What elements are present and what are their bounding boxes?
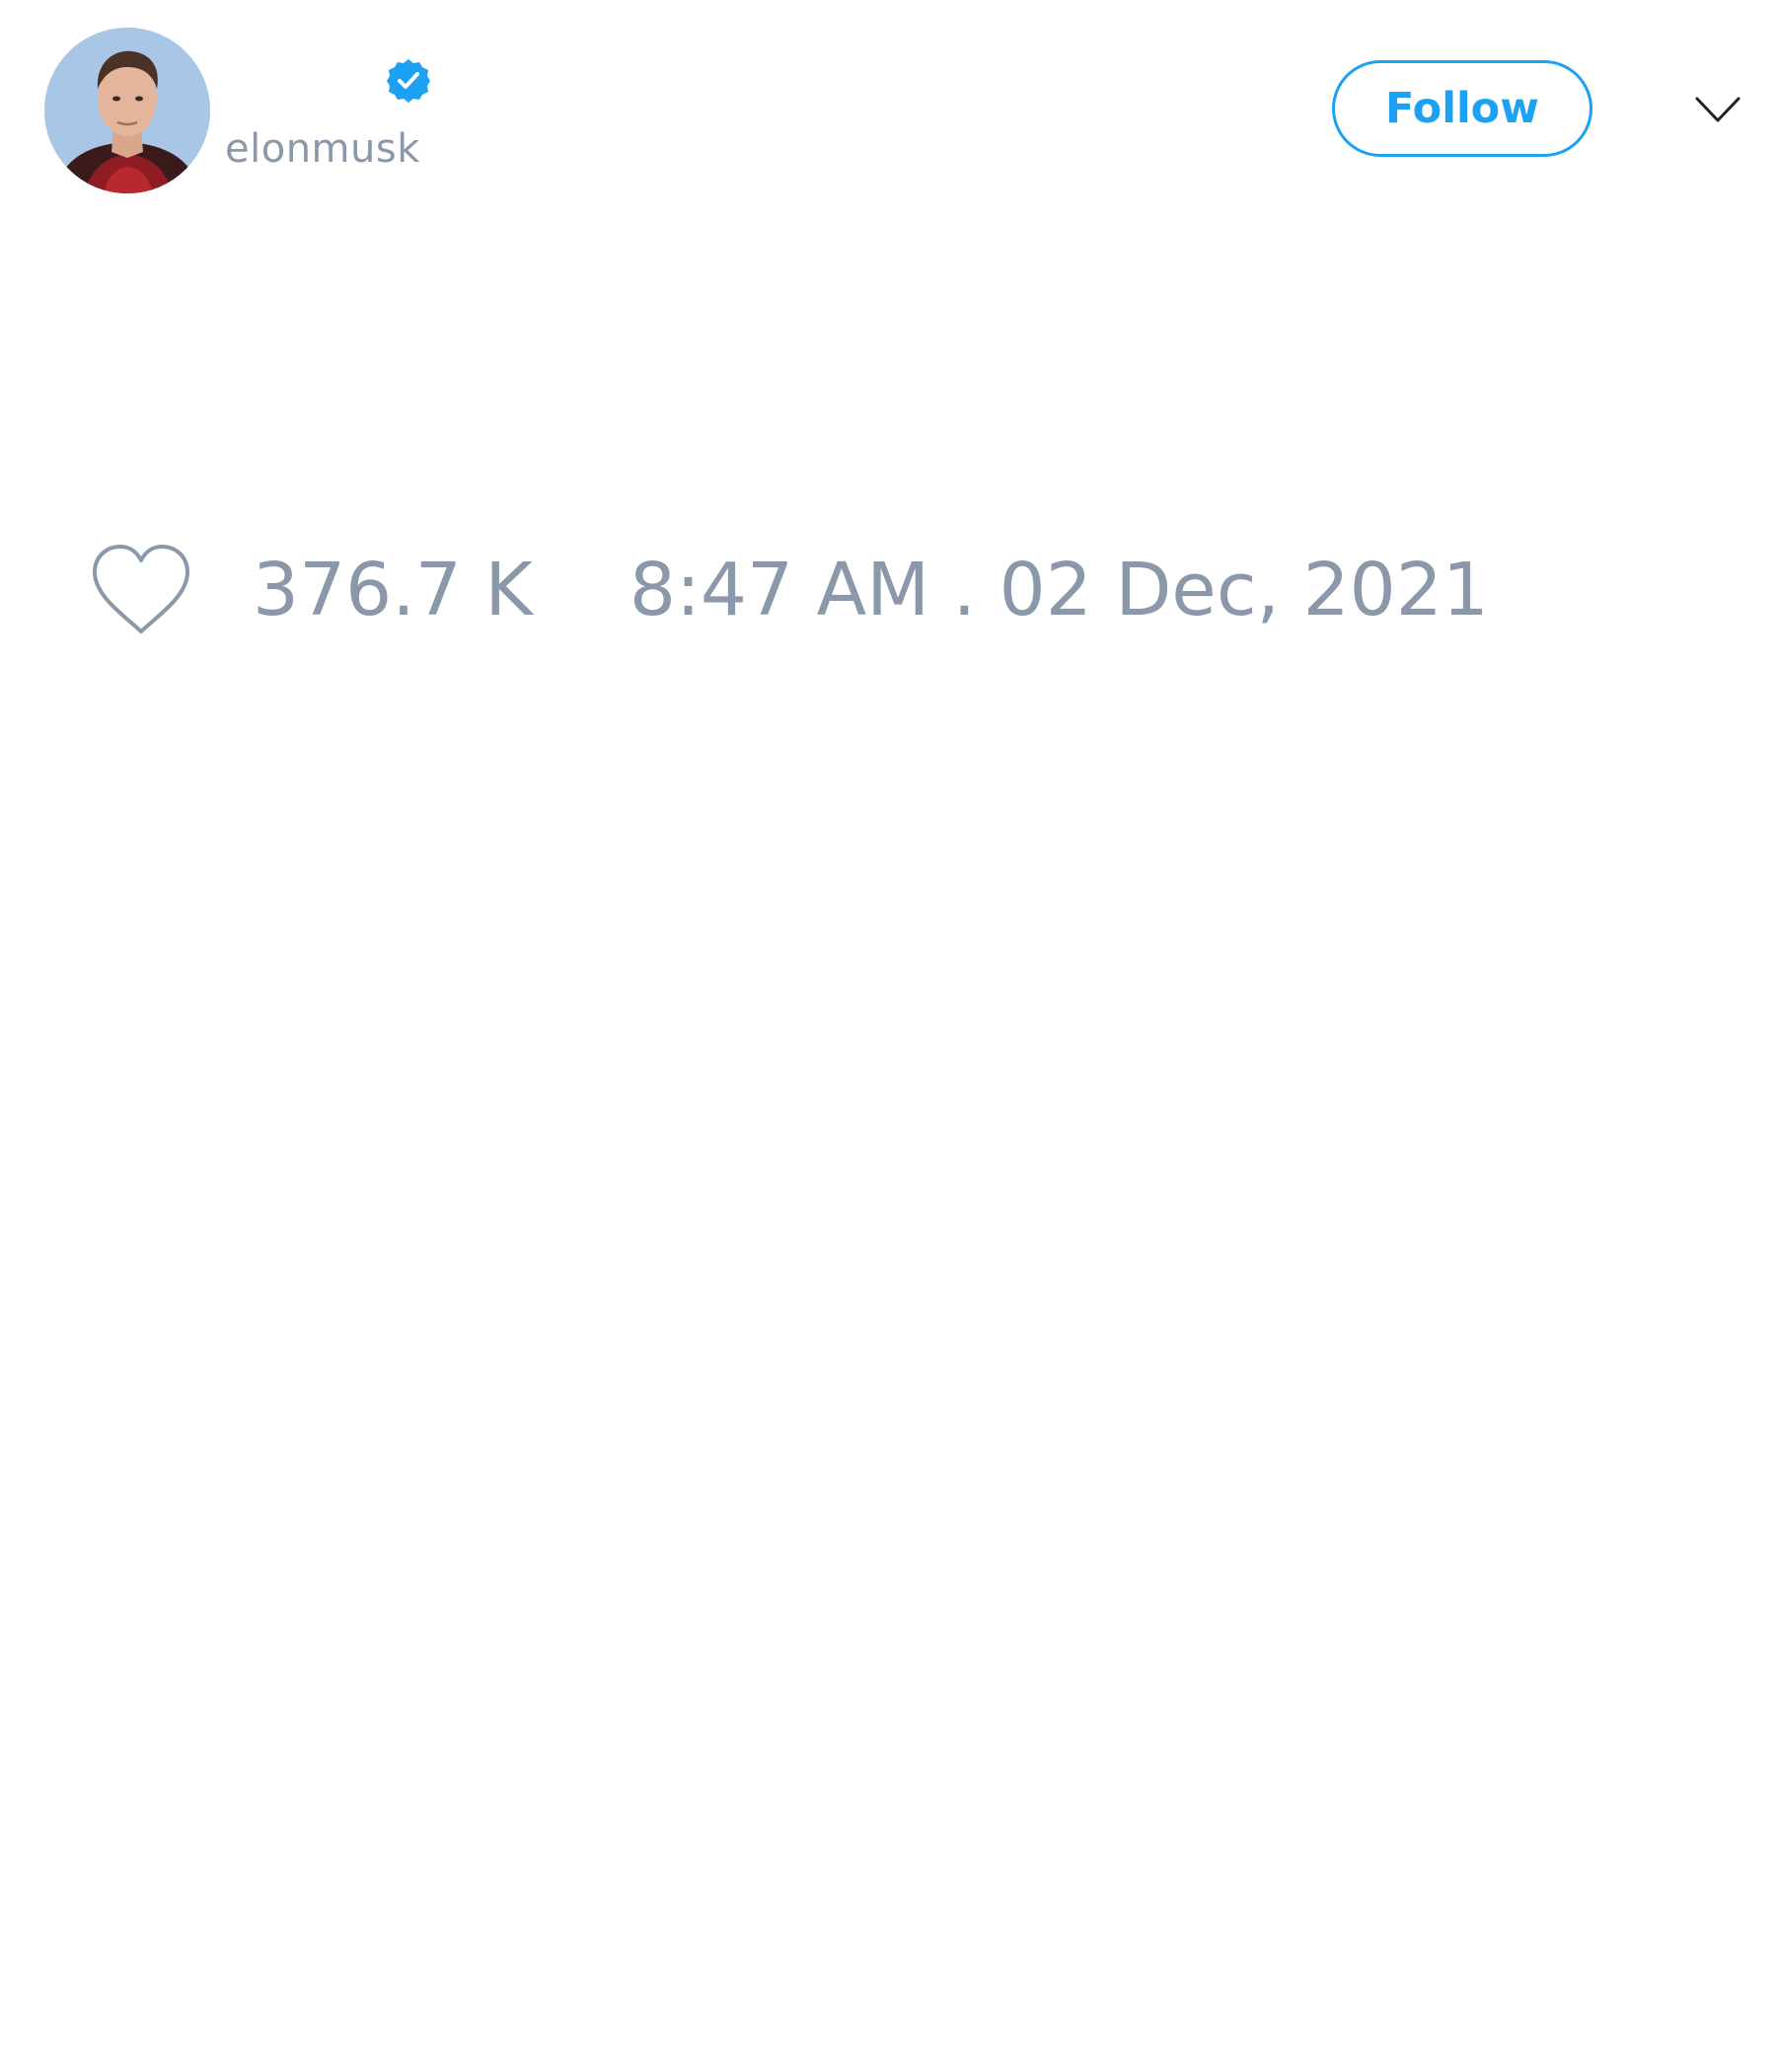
tweet-timestamp[interactable]: 8:47 AM . 02 Dec, 2021 [629, 548, 1489, 632]
verified-badge-icon [387, 59, 430, 103]
chevron-down-icon[interactable] [1694, 91, 1741, 130]
user-handle[interactable]: elonmusk [225, 126, 420, 172]
heart-icon[interactable] [89, 543, 193, 637]
tweet-stats: 376.7 K 8:47 AM . 02 Dec, 2021 [89, 541, 1489, 639]
follow-button[interactable]: Follow [1332, 60, 1592, 157]
avatar-photo [44, 28, 210, 193]
like-count: 376.7 K [253, 548, 533, 632]
avatar[interactable] [44, 28, 210, 193]
tweet-card: elonmusk Follow 376.7 K 8:47 AM . 02 Dec… [0, 0, 1776, 2072]
